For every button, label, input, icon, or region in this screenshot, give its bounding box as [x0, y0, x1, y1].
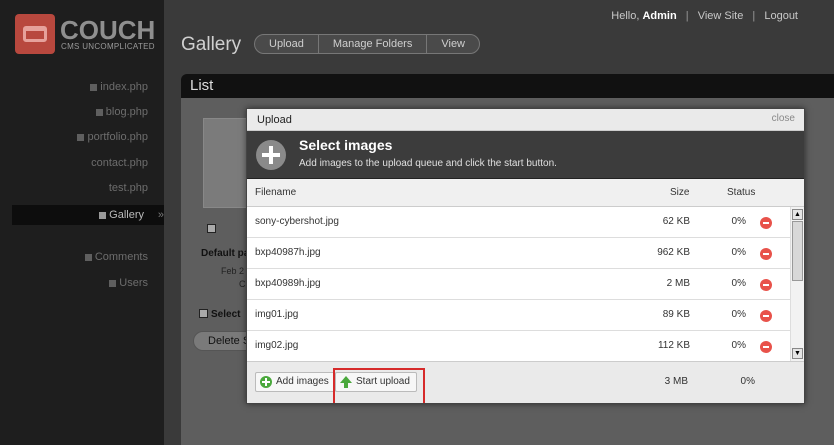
file-size: 89 KB — [662, 309, 690, 320]
file-status: 0% — [731, 216, 746, 227]
upload-dialog: Upload close Select images Add images to… — [246, 108, 805, 404]
remove-icon[interactable] — [760, 279, 772, 291]
user-icon — [109, 279, 117, 287]
sidebar-item-blog[interactable]: blog.php — [95, 102, 148, 122]
size-column: Size — [670, 187, 690, 198]
sidebar-item-label: blog.php — [105, 106, 148, 118]
file-row: img01.jpg 89 KB 0% — [247, 300, 790, 331]
file-size: 2 MB — [666, 278, 690, 289]
file-size: 62 KB — [662, 216, 690, 227]
file-name: bxp40989h.jpg — [255, 278, 321, 289]
plus-icon — [256, 140, 286, 170]
tab-upload[interactable]: Upload — [255, 35, 319, 53]
file-name: img02.jpg — [255, 340, 299, 351]
sidebar-item-label: contact.php — [91, 157, 148, 169]
item-checkbox[interactable] — [207, 224, 216, 233]
file-status: 0% — [731, 309, 746, 320]
file-name: sony-cybershot.jpg — [255, 216, 339, 227]
remove-icon[interactable] — [760, 310, 772, 322]
greeting: Hello, — [611, 10, 640, 22]
subtabs: Upload Manage Folders View — [254, 34, 481, 54]
select-all[interactable]: Select — [199, 309, 240, 320]
total-size: 3 MB — [664, 376, 688, 387]
scroll-thumb[interactable] — [792, 221, 803, 281]
add-images-button[interactable]: Add images — [255, 372, 336, 392]
sidebar-item-comments[interactable]: Comments — [84, 247, 148, 267]
sidebar-item-label: portfolio.php — [87, 131, 148, 143]
file-row: img02.jpg 112 KB 0% — [247, 331, 790, 361]
select-images-banner: Select images Add images to the upload q… — [247, 131, 804, 179]
tab-manage-folders[interactable]: Manage Folders — [319, 35, 428, 53]
sidebar-item-gallery[interactable]: Gallery » — [12, 205, 184, 225]
scroll-down-arrow-icon[interactable]: ▼ — [792, 348, 803, 359]
add-images-label: Add images — [276, 376, 329, 387]
filename-column: Filename — [255, 187, 297, 198]
page-icon — [77, 133, 85, 141]
couch-logo[interactable]: COUCH CMS UNCOMPLICATED — [15, 14, 155, 56]
file-row: bxp40989h.jpg 2 MB 0% — [247, 269, 790, 300]
file-row: sony-cybershot.jpg 62 KB 0% — [247, 207, 790, 238]
sidebar-item-portfolio[interactable]: portfolio.php — [77, 127, 148, 147]
total-status: 0% — [740, 376, 755, 387]
dialog-footer: Add images Start upload 3 MB 0% — [247, 361, 804, 403]
file-status: 0% — [731, 247, 746, 258]
separator: | — [752, 10, 756, 22]
file-status: 0% — [731, 340, 746, 351]
upload-queue: sony-cybershot.jpg 62 KB 0% bxp40987h.jpg 96… — [247, 207, 790, 361]
comment-icon — [84, 253, 92, 261]
sidebar-item-test[interactable]: test.php — [109, 178, 148, 198]
logo-subtitle: CMS UNCOMPLICATED — [61, 42, 155, 51]
queue-column-header: Filename Size Status — [247, 179, 804, 207]
sidebar-item-index[interactable]: index.php — [90, 77, 148, 97]
item-date: Feb 2 — [221, 266, 245, 276]
file-name: bxp40987h.jpg — [255, 247, 321, 258]
dialog-title: Upload — [257, 114, 292, 126]
page-icon — [95, 108, 103, 116]
sidebar-item-users[interactable]: Users — [109, 273, 148, 293]
select-all-checkbox[interactable] — [199, 309, 208, 318]
file-size: 112 KB — [657, 340, 690, 351]
sidebar-item-label: Comments — [94, 251, 148, 263]
tab-view[interactable]: View — [427, 35, 479, 53]
add-icon — [260, 376, 272, 388]
top-bar: Hello, Admin | View Site | Logout — [611, 10, 798, 22]
remove-icon[interactable] — [760, 217, 772, 229]
separator: | — [685, 10, 689, 22]
file-size: 962 KB — [657, 247, 690, 258]
list-header: List — [181, 74, 834, 98]
highlight-box — [333, 368, 425, 403]
gallery-icon — [99, 211, 107, 219]
item-name: Default pa — [201, 248, 250, 259]
page-title: Gallery — [181, 34, 242, 55]
banner-title: Select images — [299, 137, 393, 153]
scroll-up-arrow-icon[interactable]: ▲ — [792, 209, 803, 220]
logout-link[interactable]: Logout — [764, 10, 798, 22]
queue-scrollbar[interactable]: ▲ ▼ — [790, 207, 804, 361]
view-site-link[interactable]: View Site — [698, 10, 744, 22]
remove-icon[interactable] — [760, 341, 772, 353]
sidebar-item-label: Users — [119, 277, 148, 289]
sidebar-item-label: index.php — [100, 81, 148, 93]
list-title: List — [190, 77, 214, 94]
file-status: 0% — [731, 278, 746, 289]
file-name: img01.jpg — [255, 309, 299, 320]
item-meta: C — [239, 279, 246, 289]
couch-logo-icon — [15, 14, 55, 54]
remove-icon[interactable] — [760, 248, 772, 260]
dialog-header: Upload close — [247, 109, 804, 131]
sidebar: COUCH CMS UNCOMPLICATED index.php blog.p… — [0, 0, 184, 445]
sidebar-item-label: Gallery — [109, 209, 144, 221]
banner-instructions: Add images to the upload queue and click… — [299, 158, 557, 169]
sidebar-item-label: test.php — [108, 182, 148, 194]
close-button[interactable]: close — [772, 113, 795, 124]
username: Admin — [642, 10, 677, 22]
page-icon — [90, 83, 98, 91]
status-column: Status — [727, 187, 756, 198]
select-all-label: Select — [211, 309, 241, 320]
sidebar-item-contact[interactable]: contact.php — [91, 153, 148, 173]
file-row: bxp40987h.jpg 962 KB 0% — [247, 238, 790, 269]
